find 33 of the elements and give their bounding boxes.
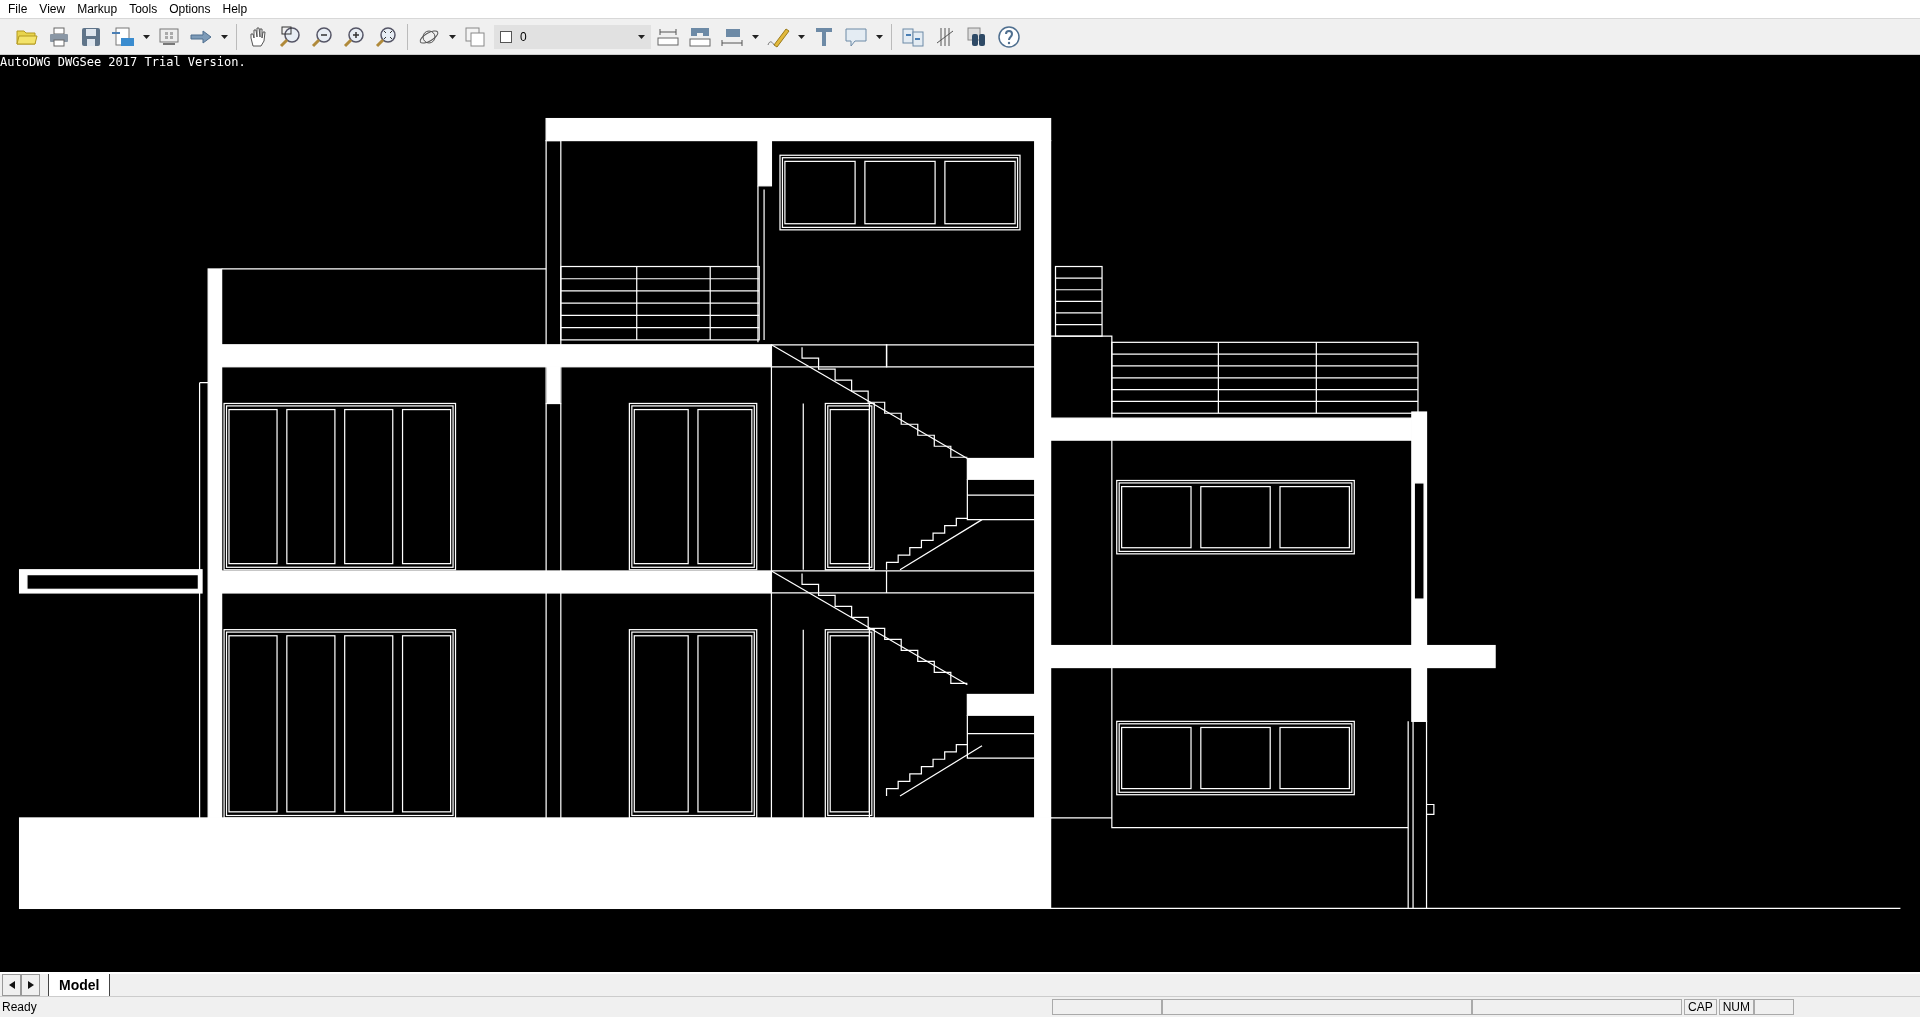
caret-icon — [875, 34, 883, 39]
caret-icon — [751, 34, 759, 39]
status-text: Ready — [1, 1000, 38, 1014]
next-tab-button[interactable] — [21, 974, 40, 996]
status-indicator: CAP — [1684, 999, 1717, 1015]
zoomwin-icon — [278, 24, 302, 49]
export-icon — [111, 24, 135, 49]
previous-tab-button[interactable] — [2, 974, 21, 996]
printer-icon — [47, 24, 71, 49]
model-tab[interactable]: Model — [48, 974, 111, 996]
layer-dropdown[interactable]: 0 — [494, 24, 651, 49]
menu-item[interactable]: Tools — [123, 2, 164, 16]
zoomin-icon — [342, 24, 366, 49]
caret-icon — [142, 34, 150, 39]
menu-item[interactable]: File — [2, 2, 34, 16]
zoomext-icon — [374, 24, 398, 49]
checkbox-icon — [500, 30, 512, 43]
menu-item[interactable]: View — [33, 2, 72, 16]
caret-icon — [797, 34, 805, 39]
caret-icon — [638, 34, 645, 39]
menu-item[interactable]: Markup — [71, 2, 124, 16]
right-arrow-icon — [27, 981, 34, 989]
watermark-text: AutoDWG DWGSee 2017 Trial Version. — [0, 55, 246, 69]
layers-icon — [463, 24, 487, 49]
layer-name: 0 — [520, 29, 528, 44]
status-indicator: NUM — [1718, 999, 1754, 1015]
caret-icon — [448, 34, 456, 39]
help-icon — [997, 24, 1021, 49]
zoomout-icon — [310, 24, 334, 49]
menu-item[interactable]: Options — [163, 2, 217, 16]
caret-icon — [220, 34, 228, 39]
menu-item[interactable]: Help — [216, 2, 254, 16]
left-arrow-icon — [8, 981, 15, 989]
